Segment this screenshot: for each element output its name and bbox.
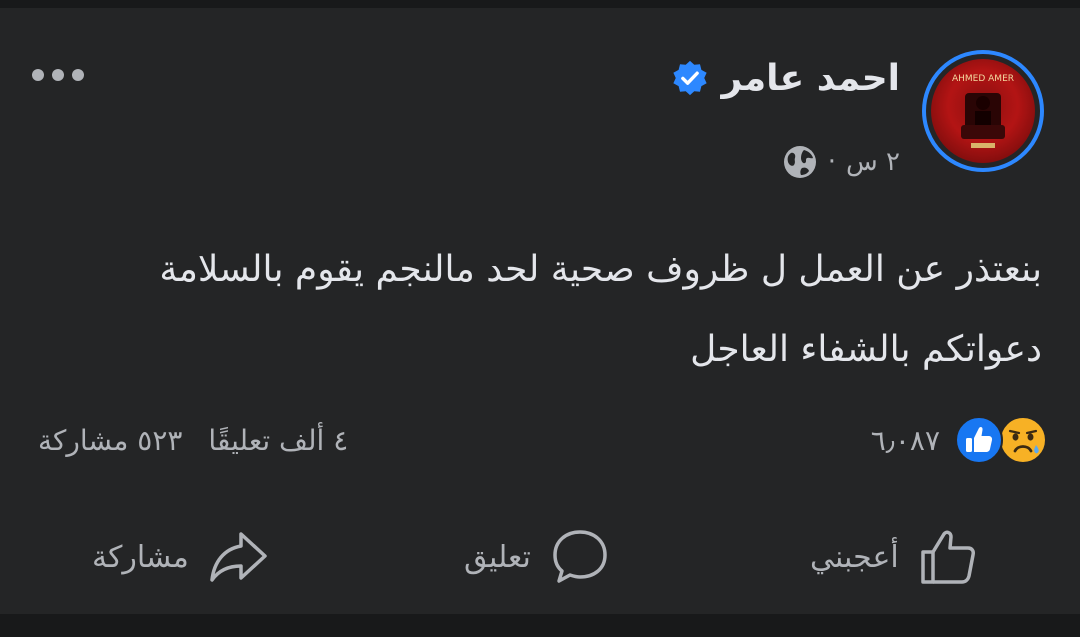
post-body: بنعتذر عن العمل ل ظروف صحية لحد مالنجم ي… [32,230,1042,390]
share-label: مشاركة [92,539,189,575]
post-card: AHMED AMER احمد عامر ٢ س · بنعتذر عن الع… [0,8,1080,614]
avatar-image: AHMED AMER [931,59,1035,163]
verified-badge-icon [673,60,708,96]
dot-icon [32,69,44,81]
like-label: أعجبني [810,539,899,575]
svg-text:AHMED AMER: AHMED AMER [952,74,1014,84]
action-bar: أعجبني تعليق مشاركة [0,512,1080,602]
like-thumb-icon [920,530,975,584]
reaction-icons [954,415,1048,465]
author-avatar[interactable]: AHMED AMER [922,50,1044,172]
post-text-line: دعواتكم بالشفاء العاجل [690,329,1042,370]
share-arrow-icon [210,532,267,582]
feed-divider [0,614,1080,637]
more-options-button[interactable] [32,64,92,86]
engagement-stats: ٤ ألف تعليقًا ٥٢٣ مشاركة [38,418,348,462]
reaction-count: ٦٫٠٨٧ [870,423,940,457]
post-time[interactable]: ٢ س [846,147,900,177]
dot-icon [52,69,64,81]
share-count[interactable]: ٥٢٣ مشاركة [38,424,182,457]
globe-icon[interactable] [782,144,818,180]
dot-icon [72,69,84,81]
author-name[interactable]: احمد عامر [721,58,900,99]
comment-count[interactable]: ٤ ألف تعليقًا [208,424,348,457]
comment-bubble-icon [553,530,607,583]
author-header: احمد عامر [671,48,900,108]
reactions-summary[interactable]: ٦٫٠٨٧ [871,412,1048,468]
comment-button[interactable]: تعليق [464,512,611,602]
like-button[interactable]: أعجبني [810,512,979,602]
share-button[interactable]: مشاركة [92,512,269,602]
post-text-line: بنعتذر عن العمل ل ظروف صحية لحد مالنجم ي… [159,249,1042,290]
meta-separator: · [827,147,837,177]
comment-label: تعليق [464,539,531,575]
post-meta: ٢ س · [782,140,900,184]
sad-face-icon [999,416,1047,464]
like-thumb-icon [955,416,1003,464]
